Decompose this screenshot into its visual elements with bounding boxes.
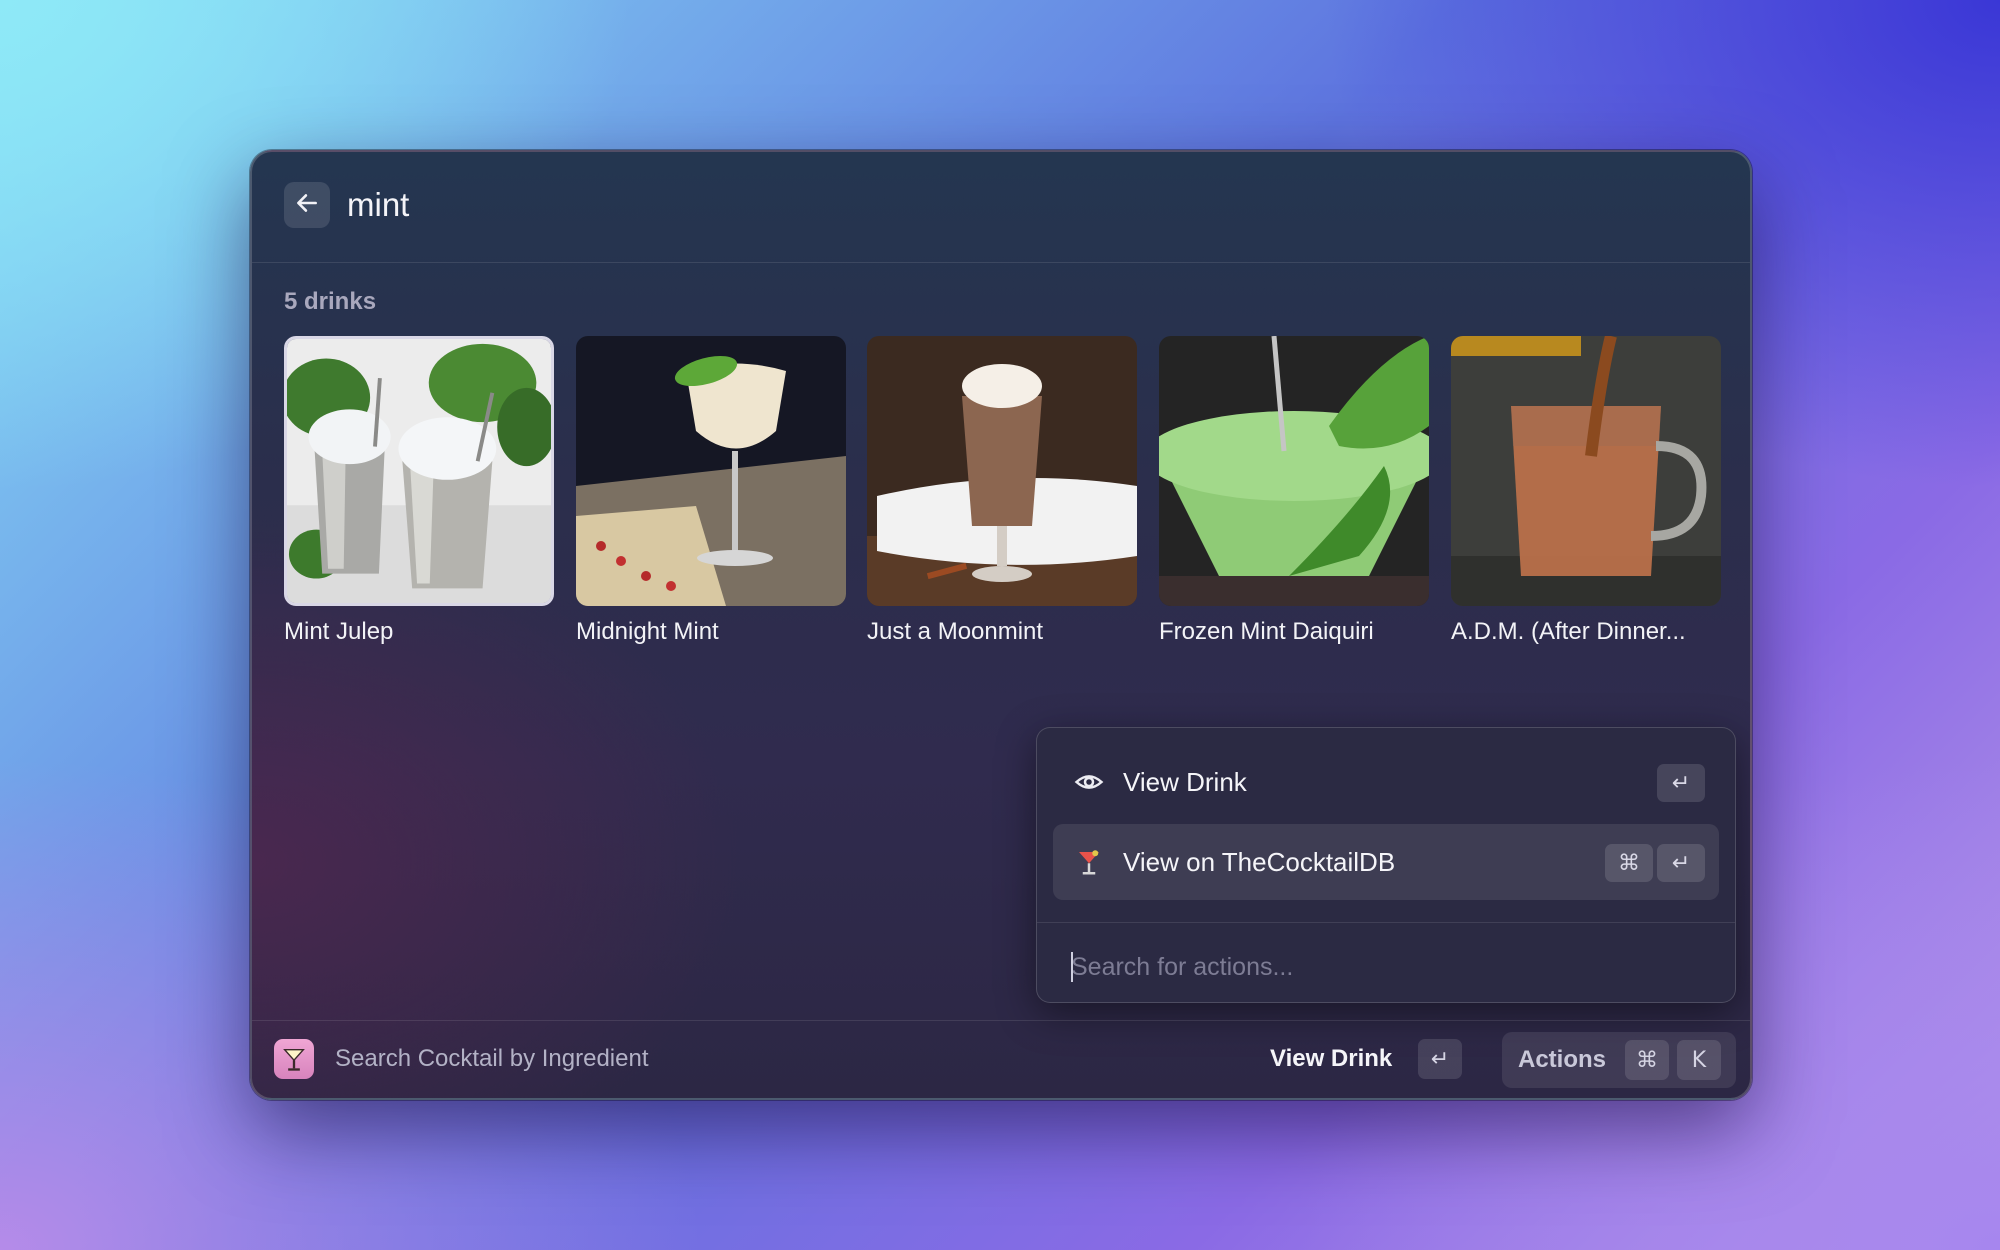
drink-name: Frozen Mint Daiquiri <box>1159 618 1374 645</box>
drink-name: A.D.M. (After Dinner... <box>1451 618 1686 645</box>
drink-name: Just a Moonmint <box>867 618 1044 645</box>
drink-name: Midnight Mint <box>576 618 719 645</box>
footer-bar: Search Cocktail by Ingredient View Drink… <box>252 1020 1750 1098</box>
action-view-drink[interactable]: View Drink ↵ <box>1053 744 1719 820</box>
k-key-hint: K <box>1677 1040 1721 1080</box>
enter-key-hint: ↵ <box>1657 764 1705 802</box>
raycast-window: mint 5 drinks Mint Julep Midnight Mint J… <box>250 150 1752 1100</box>
drink-card[interactable]: A.D.M. (After Dinner... <box>1451 336 1721 646</box>
drink-image-midnight-mint <box>576 336 846 606</box>
drink-image-frozen-mint-daiquiri <box>1159 336 1429 606</box>
cocktail-app-icon <box>274 1039 314 1079</box>
command-key-hint: ⌘ <box>1625 1040 1669 1080</box>
drink-image-adm <box>1451 336 1721 606</box>
search-header: mint <box>252 152 1750 263</box>
drink-image-mint-julep <box>284 336 554 606</box>
drink-name: Mint Julep <box>284 618 394 645</box>
drink-card[interactable]: Mint Julep <box>284 336 554 646</box>
action-panel: View Drink ↵ View on TheCocktailDB ⌘ ↵ <box>1036 727 1736 1003</box>
text-caret <box>1071 952 1073 982</box>
enter-key-hint: ↵ <box>1418 1039 1462 1079</box>
divider <box>1037 922 1735 923</box>
drink-grid: Mint Julep Midnight Mint Just a Moonmint… <box>284 336 1724 656</box>
actions-label: Actions <box>1518 1046 1607 1073</box>
back-button[interactable] <box>284 182 330 228</box>
drink-card[interactable]: Midnight Mint <box>576 336 846 646</box>
actions-button[interactable]: Actions ⌘ K <box>1502 1032 1736 1088</box>
results-count: 5 drinks <box>284 288 377 315</box>
drink-image-just-a-moonmint <box>867 336 1137 606</box>
action-label: View Drink <box>1123 767 1247 797</box>
extension-title: Search Cocktail by Ingredient <box>335 1045 649 1072</box>
drink-card[interactable]: Just a Moonmint <box>867 336 1137 646</box>
action-view-on-thecocktaildb[interactable]: View on TheCocktailDB ⌘ ↵ <box>1053 824 1719 900</box>
arrow-left-icon <box>294 190 320 221</box>
primary-action-button[interactable]: View Drink <box>1270 1045 1392 1073</box>
action-label: View on TheCocktailDB <box>1123 847 1396 877</box>
command-key-hint: ⌘ <box>1605 844 1653 882</box>
cocktail-icon <box>1073 846 1105 878</box>
action-search-input[interactable] <box>1071 950 1691 984</box>
drink-card[interactable]: Frozen Mint Daiquiri <box>1159 336 1429 646</box>
enter-key-hint: ↵ <box>1657 844 1705 882</box>
search-input[interactable]: mint <box>347 184 409 226</box>
eye-icon <box>1073 766 1105 798</box>
